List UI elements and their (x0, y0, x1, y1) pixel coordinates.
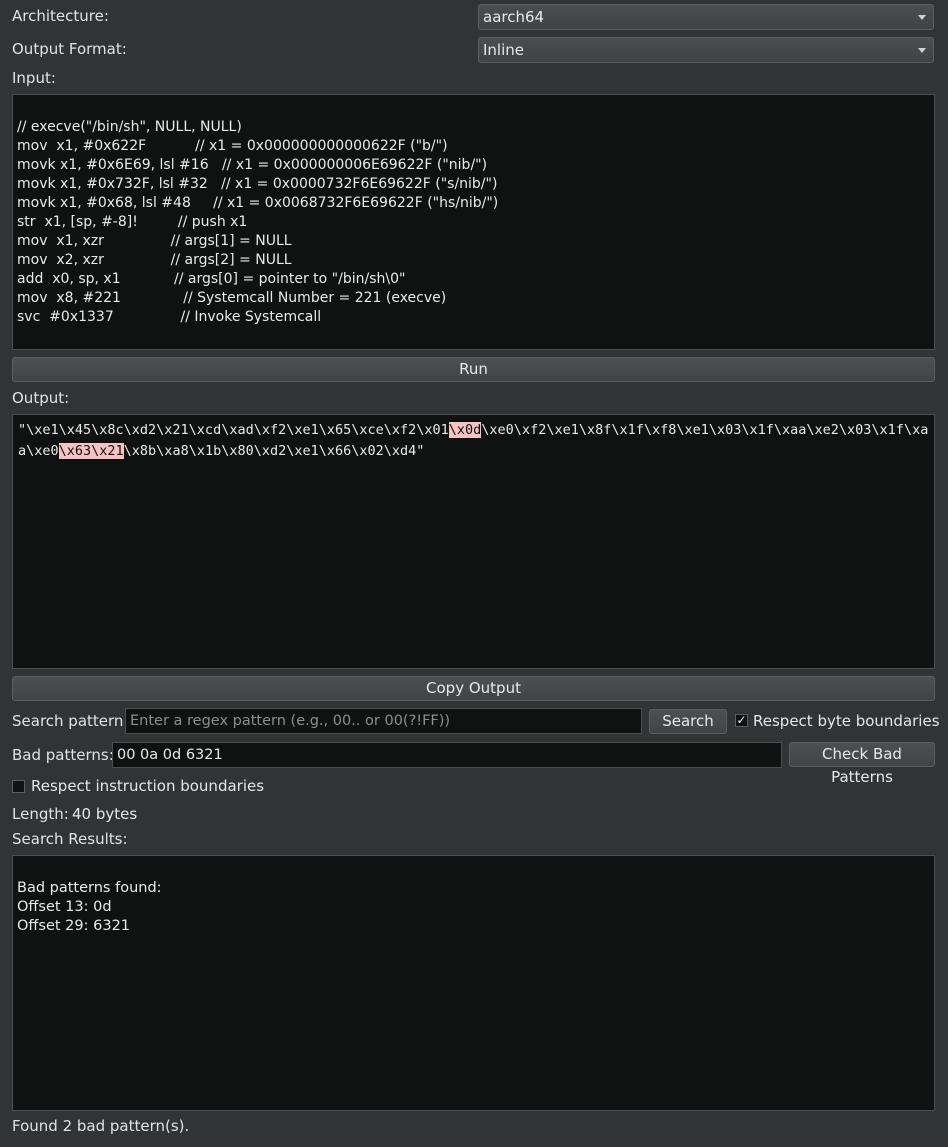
architecture-value: aarch64 (483, 8, 545, 26)
bad-byte-highlight: \x63\x21 (58, 443, 124, 459)
bad-patterns-label: Bad patterns: (12, 746, 114, 764)
check-bad-patterns-button[interactable]: Check Bad Patterns (789, 742, 935, 786)
length-label: Length: (12, 805, 69, 823)
chevron-down-icon (918, 48, 926, 53)
code-line: str x1, [sp, #-8]! // push x1 (17, 214, 248, 230)
output-segment: "\xe1\x45\x8c\xd2\x21\xcd\xad\xf2\xe1\x6… (18, 422, 449, 438)
output-format-value: Inline (483, 41, 525, 59)
respect-byte-boundaries-checkbox[interactable]: ✓ (735, 714, 748, 727)
output-format-select[interactable]: Inline (478, 37, 934, 63)
code-line: add x0, sp, x1 // args[0] = pointer to "… (17, 271, 406, 287)
architecture-select[interactable]: aarch64 (478, 4, 934, 30)
result-line: Offset 13: 0d (17, 899, 112, 915)
respect-instruction-boundaries-checkbox[interactable] (12, 780, 25, 793)
output-segment: \x8b\xa8\x1b\x80\xd2\xe1\x66\x02\xd4" (123, 443, 425, 459)
copy-output-button[interactable]: Copy Output (12, 676, 935, 701)
code-line: mov x1, #0x622F // x1 = 0x00000000000062… (17, 138, 448, 154)
search-pattern-input[interactable]: Enter a regex pattern (e.g., 00.. or 00(… (125, 708, 642, 734)
architecture-label: Architecture: (12, 7, 109, 25)
bad-patterns-input[interactable]: 00 0a 0d 6321 (112, 742, 782, 768)
output-display[interactable]: "\xe1\x45\x8c\xd2\x21\xcd\xad\xf2\xe1\x6… (12, 414, 935, 669)
output-label: Output: (12, 389, 70, 407)
result-line: Offset 29: 6321 (17, 918, 131, 934)
shellcode-tool-window: Architecture: aarch64 Output Format: Inl… (0, 0, 948, 1147)
search-pattern-label: Search pattern: (12, 712, 129, 730)
code-line: // execve("/bin/sh", NULL, NULL) (17, 119, 242, 135)
run-button[interactable]: Run (12, 357, 935, 382)
respect-instruction-boundaries-label: Respect instruction boundaries (31, 777, 265, 795)
input-editor[interactable]: // execve("/bin/sh", NULL, NULL) mov x1, … (12, 94, 935, 350)
search-button[interactable]: Search (649, 709, 727, 734)
code-line: movk x1, #0x6E69, lsl #16 // x1 = 0x0000… (17, 157, 488, 173)
code-line: mov x1, xzr // args[1] = NULL (17, 233, 292, 249)
code-line: movk x1, #0x732F, lsl #32 // x1 = 0x0000… (17, 176, 498, 192)
status-message: Found 2 bad pattern(s). (12, 1117, 190, 1135)
chevron-down-icon (918, 15, 926, 20)
length-value: 40 bytes (72, 805, 138, 823)
input-label: Input: (12, 69, 56, 87)
output-format-label: Output Format: (12, 40, 127, 58)
search-results-label: Search Results: (12, 830, 128, 848)
respect-byte-boundaries-label: Respect byte boundaries (753, 712, 940, 730)
code-line: mov x8, #221 // Systemcall Number = 221 … (17, 290, 447, 306)
code-line: svc #0x1337 // Invoke Systemcall (17, 309, 322, 325)
search-results-display[interactable]: Bad patterns found: Offset 13: 0d Offset 2… (12, 855, 935, 1111)
code-line: movk x1, #0x68, lsl #48 // x1 = 0x006873… (17, 195, 499, 211)
result-line: Bad patterns found: (17, 880, 162, 896)
bad-byte-highlight: \x0d (448, 422, 482, 438)
code-line: mov x2, xzr // args[2] = NULL (17, 252, 292, 268)
